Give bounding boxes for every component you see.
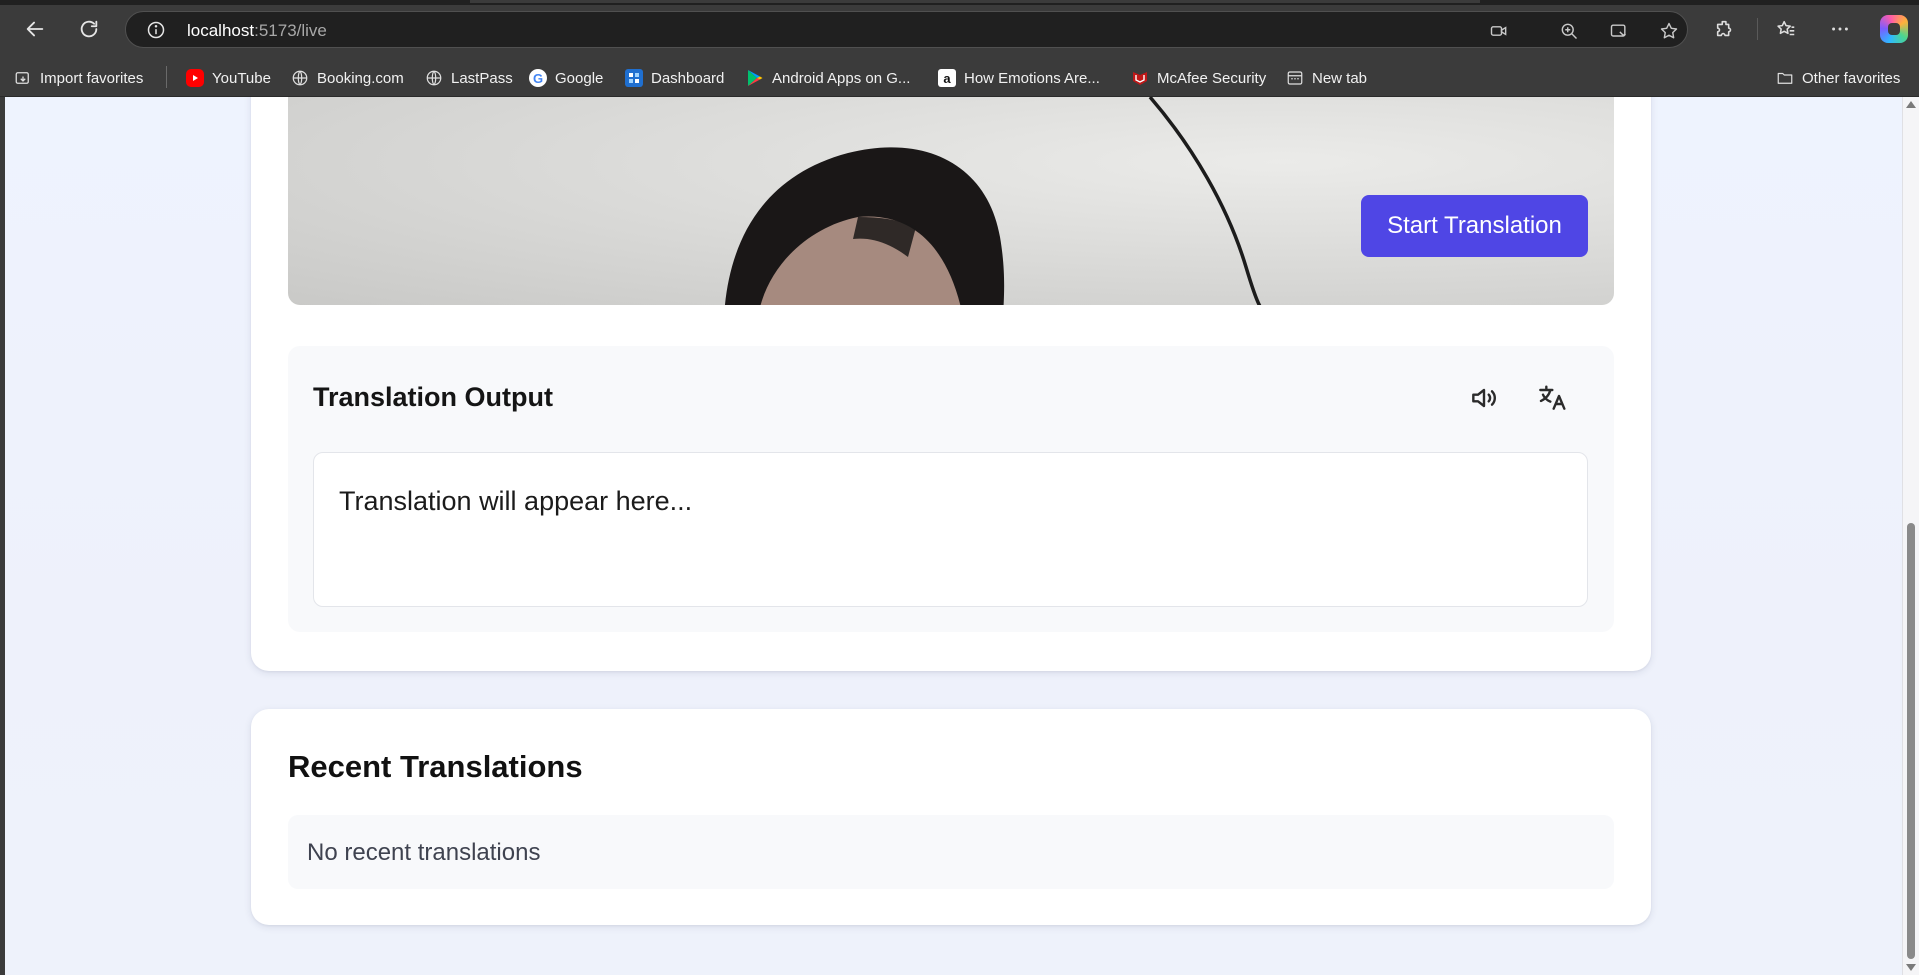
- fav-label: Google: [555, 69, 604, 87]
- fav-label: Import favorites: [40, 69, 144, 87]
- folder-icon: [1776, 69, 1794, 87]
- import-icon: [14, 69, 32, 87]
- url-host: localhost: [187, 21, 255, 40]
- translation-output-placeholder: Translation will appear here...: [339, 486, 693, 516]
- fav-label: Other favorites: [1802, 69, 1901, 87]
- back-button[interactable]: [17, 12, 53, 46]
- recent-translations-title: Recent Translations: [288, 749, 583, 784]
- mcafee-icon: [1131, 69, 1149, 87]
- fav-other-favorites[interactable]: Other favorites: [1776, 66, 1900, 90]
- page-viewport: Start Translation Translation Output Tra…: [0, 97, 1919, 975]
- window-edge: [0, 97, 5, 975]
- translation-output-box: Translation will appear here...: [313, 452, 1588, 607]
- active-tab-edge: [470, 0, 1480, 3]
- fav-label: Dashboard: [651, 69, 725, 87]
- back-arrow-icon: [26, 21, 44, 37]
- tab-strip: [0, 0, 1919, 5]
- fav-how-emotions[interactable]: a How Emotions Are...: [938, 66, 1100, 90]
- play-store-icon: [746, 69, 764, 87]
- translation-output-panel: Translation Output Translation will appe…: [288, 346, 1614, 632]
- speaker-icon: [1472, 388, 1496, 408]
- favorites-separator: [166, 66, 167, 88]
- fav-label: Android Apps on G...: [772, 69, 911, 87]
- zoom-icon[interactable]: [1558, 20, 1580, 42]
- recent-empty-text: No recent translations: [307, 839, 541, 866]
- scroll-down-arrow-icon[interactable]: [1906, 964, 1916, 971]
- fav-mcafee[interactable]: McAfee Security: [1131, 66, 1266, 90]
- fav-new-tab[interactable]: New tab: [1286, 66, 1367, 90]
- translate-icon: [1539, 385, 1566, 410]
- reload-icon: [80, 20, 98, 38]
- browser-toolbar: localhost:5173/live: [0, 0, 1919, 58]
- favorite-star-icon[interactable]: [1658, 20, 1680, 42]
- copilot-icon[interactable]: [1880, 15, 1908, 43]
- vertical-scrollbar[interactable]: [1902, 97, 1919, 975]
- fav-booking[interactable]: Booking.com: [291, 66, 404, 90]
- favorites-icon[interactable]: [1773, 16, 1799, 42]
- new-tab-icon: [1286, 69, 1304, 87]
- recent-translations-card: Recent Translations No recent translatio…: [251, 709, 1651, 925]
- google-icon: G: [529, 69, 547, 87]
- translation-output-title: Translation Output: [313, 382, 553, 412]
- translate-language-button[interactable]: [1533, 378, 1573, 418]
- scrollbar-thumb[interactable]: [1907, 523, 1915, 959]
- live-translation-card: Start Translation Translation Output Tra…: [251, 97, 1651, 671]
- url-text[interactable]: localhost:5173/live: [187, 21, 327, 41]
- globe-icon: [291, 69, 309, 87]
- fav-label: YouTube: [212, 69, 271, 87]
- fav-label: New tab: [1312, 69, 1368, 87]
- fav-label: LastPass: [451, 69, 513, 87]
- camera-icon[interactable]: [1488, 20, 1510, 42]
- toolbar-separator: [1757, 18, 1758, 40]
- scroll-up-arrow-icon[interactable]: [1906, 101, 1916, 108]
- recent-translations-empty-state: No recent translations: [288, 815, 1614, 889]
- youtube-icon: [186, 69, 204, 87]
- favorites-bar: Import favorites YouTube Booking.com Las…: [0, 58, 1919, 97]
- fav-lastpass[interactable]: LastPass: [425, 66, 513, 90]
- fav-android-apps[interactable]: Android Apps on G...: [746, 66, 910, 90]
- reload-button[interactable]: [71, 12, 107, 46]
- fav-dashboard[interactable]: Dashboard: [625, 66, 724, 90]
- immersive-reader-icon[interactable]: [1608, 20, 1630, 42]
- fav-youtube[interactable]: YouTube: [186, 66, 271, 90]
- extensions-icon[interactable]: [1712, 16, 1738, 42]
- more-menu-icon[interactable]: [1827, 16, 1853, 42]
- globe-icon: [425, 69, 443, 87]
- start-translation-button[interactable]: Start Translation: [1361, 195, 1588, 257]
- fav-label: Booking.com: [317, 69, 404, 87]
- speak-button[interactable]: [1464, 378, 1504, 418]
- dashboard-icon: [625, 69, 643, 87]
- fav-google[interactable]: G Google: [529, 66, 603, 90]
- fav-label: McAfee Security: [1157, 69, 1267, 87]
- url-path: :5173/live: [254, 21, 327, 40]
- address-bar[interactable]: localhost:5173/live: [125, 11, 1688, 48]
- site-info-icon[interactable]: [146, 20, 166, 40]
- fav-label: How Emotions Are...: [964, 69, 1100, 87]
- amazon-icon: a: [938, 69, 956, 87]
- fav-import-favorites[interactable]: Import favorites: [14, 66, 143, 90]
